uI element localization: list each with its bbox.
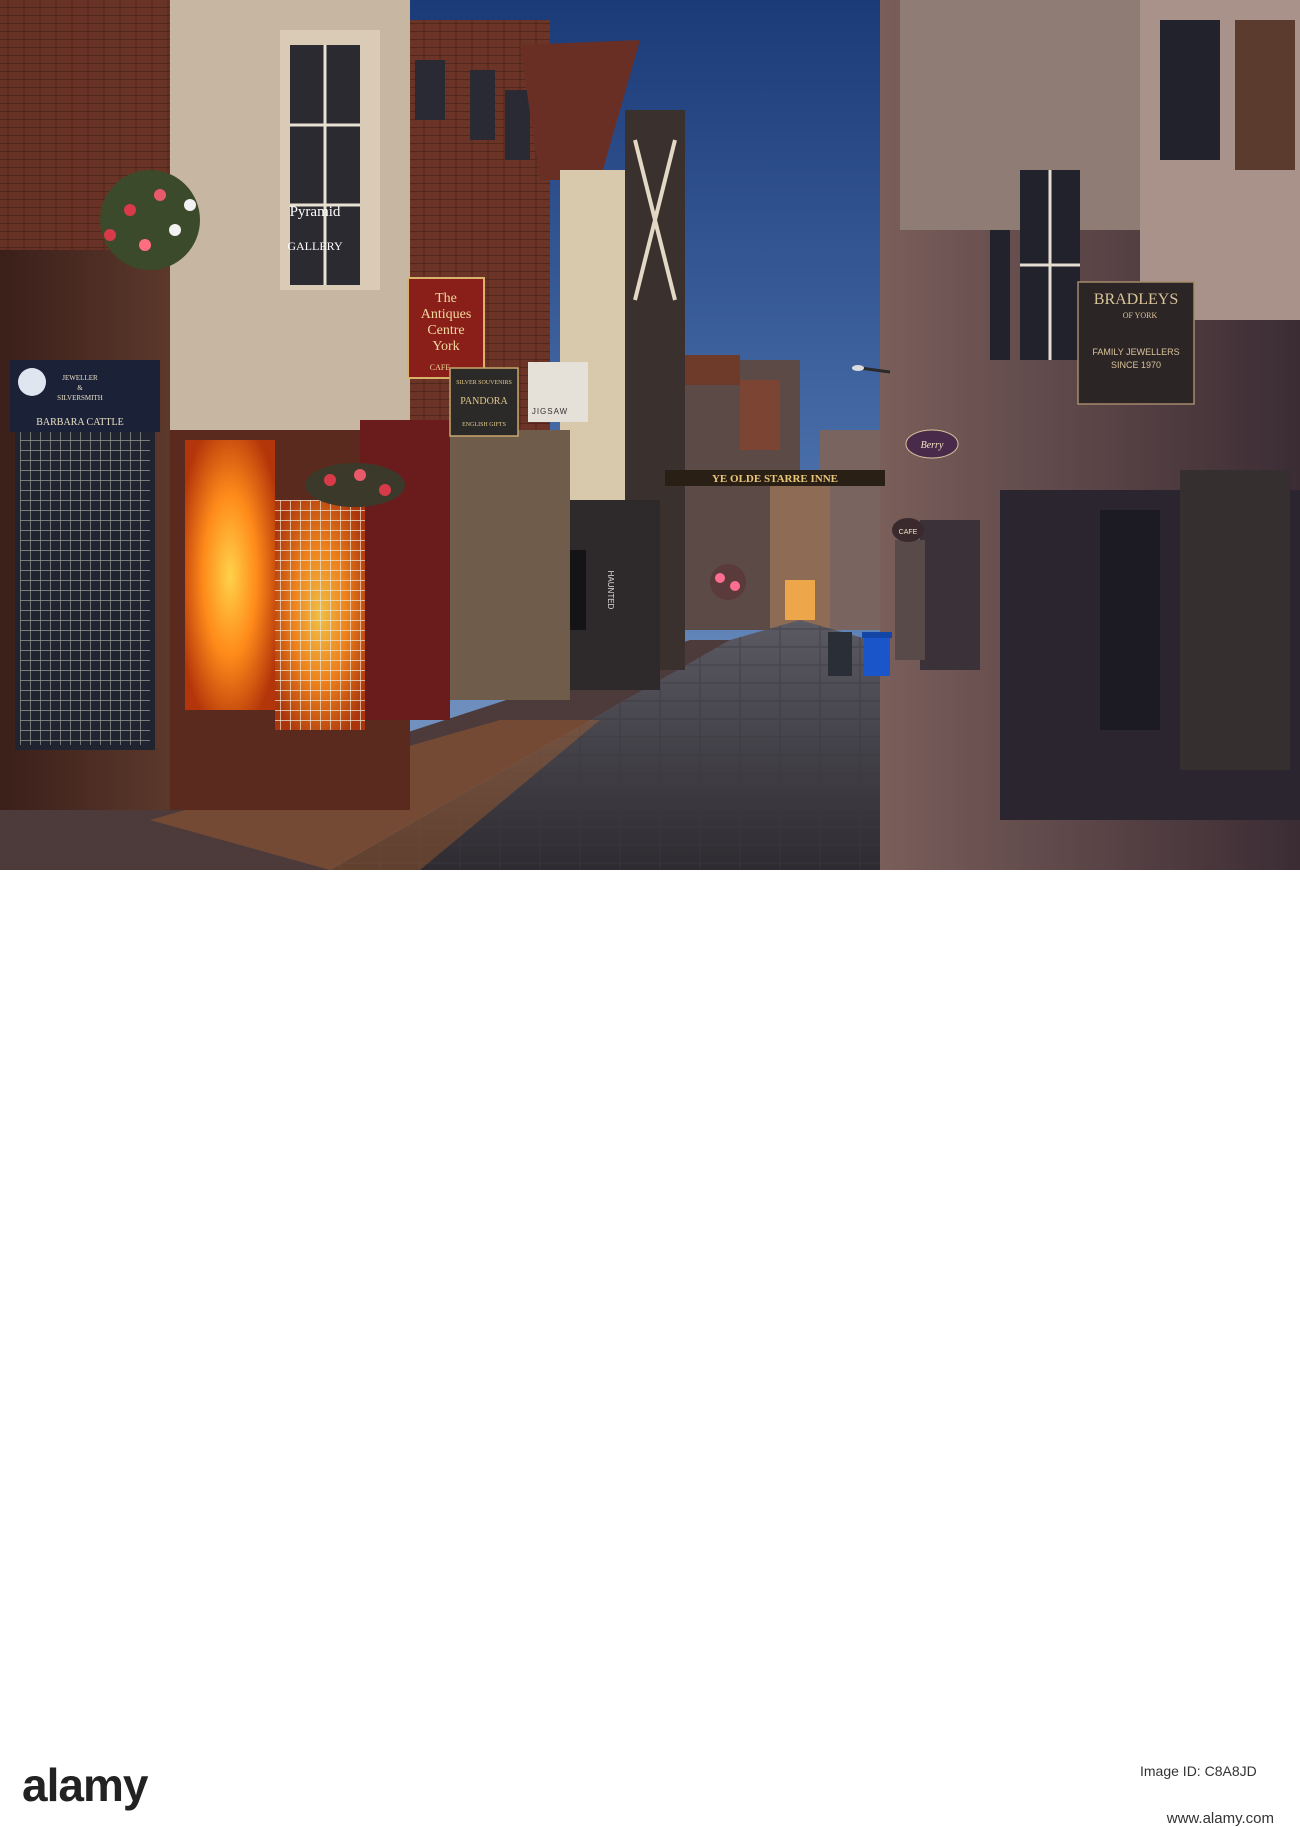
haunted-text: HAUNTED <box>606 571 615 610</box>
jigsaw-text: JIGSAW <box>532 407 568 416</box>
bradleys-line2: SINCE 1970 <box>1111 360 1161 370</box>
cafe-text: CAFE <box>899 529 918 536</box>
pyramid-line2: GALLERY <box>287 239 343 253</box>
alamy-logo: alamy <box>22 1759 148 1811</box>
watermark-url: www.alamy.com <box>1166 1810 1274 1827</box>
jigsaw-sign: JIGSAW <box>528 362 588 422</box>
watermark-stripe <box>300 1770 1120 1792</box>
watermark-bar: alamy Image ID: C8A8JD www.alamy.com <box>0 870 1300 1827</box>
inn-sign-board: YE OLDE STARRE INNE <box>665 470 885 486</box>
antiques-cafe: CAFE <box>430 363 451 372</box>
barbara-line1: JEWELLER <box>62 374 98 382</box>
pyramid-line1: Pyramid <box>290 204 341 220</box>
bradleys-name: BRADLEYS <box>1094 291 1178 308</box>
berry-text: Berry <box>921 440 944 451</box>
barbara-line2: & <box>77 384 83 392</box>
street-photo: YE OLDE STARRE INNE Pyramid GALLERY The … <box>0 0 1300 870</box>
pandora-bottom: ENGLISH GIFTS <box>462 422 506 428</box>
pandora-top: SILVER SOUVENIRS <box>456 380 512 386</box>
antiques-line2: Antiques <box>421 307 472 322</box>
bradleys-line1: FAMILY JEWELLERS <box>1092 347 1179 357</box>
image-id-label: Image ID: C8A8JD <box>1140 1763 1257 1779</box>
bradleys-sub: OF YORK <box>1123 311 1158 320</box>
barbara-name: BARBARA CATTLE <box>36 417 124 428</box>
berry-sign: Berry <box>905 429 959 459</box>
cafe-sign: CAFE <box>892 518 924 542</box>
antiques-line4: York <box>432 339 459 354</box>
antiques-line3: Centre <box>427 323 464 338</box>
antiques-line1: The <box>435 291 457 306</box>
barbara-cattle-sign: JEWELLER & SILVERSMITH BARBARA CATTLE <box>10 360 160 432</box>
barbara-line3: SILVERSMITH <box>57 394 103 402</box>
inn-sign-text: YE OLDE STARRE INNE <box>712 473 838 485</box>
bradleys-sign: BRADLEYS OF YORK FAMILY JEWELLERS SINCE … <box>1077 281 1195 405</box>
antiques-centre-sign: The Antiques Centre York CAFE <box>407 277 485 379</box>
pandora-sign: SILVER SOUVENIRS PANDORA ENGLISH GIFTS <box>449 367 519 437</box>
pandora-name: PANDORA <box>460 396 508 407</box>
